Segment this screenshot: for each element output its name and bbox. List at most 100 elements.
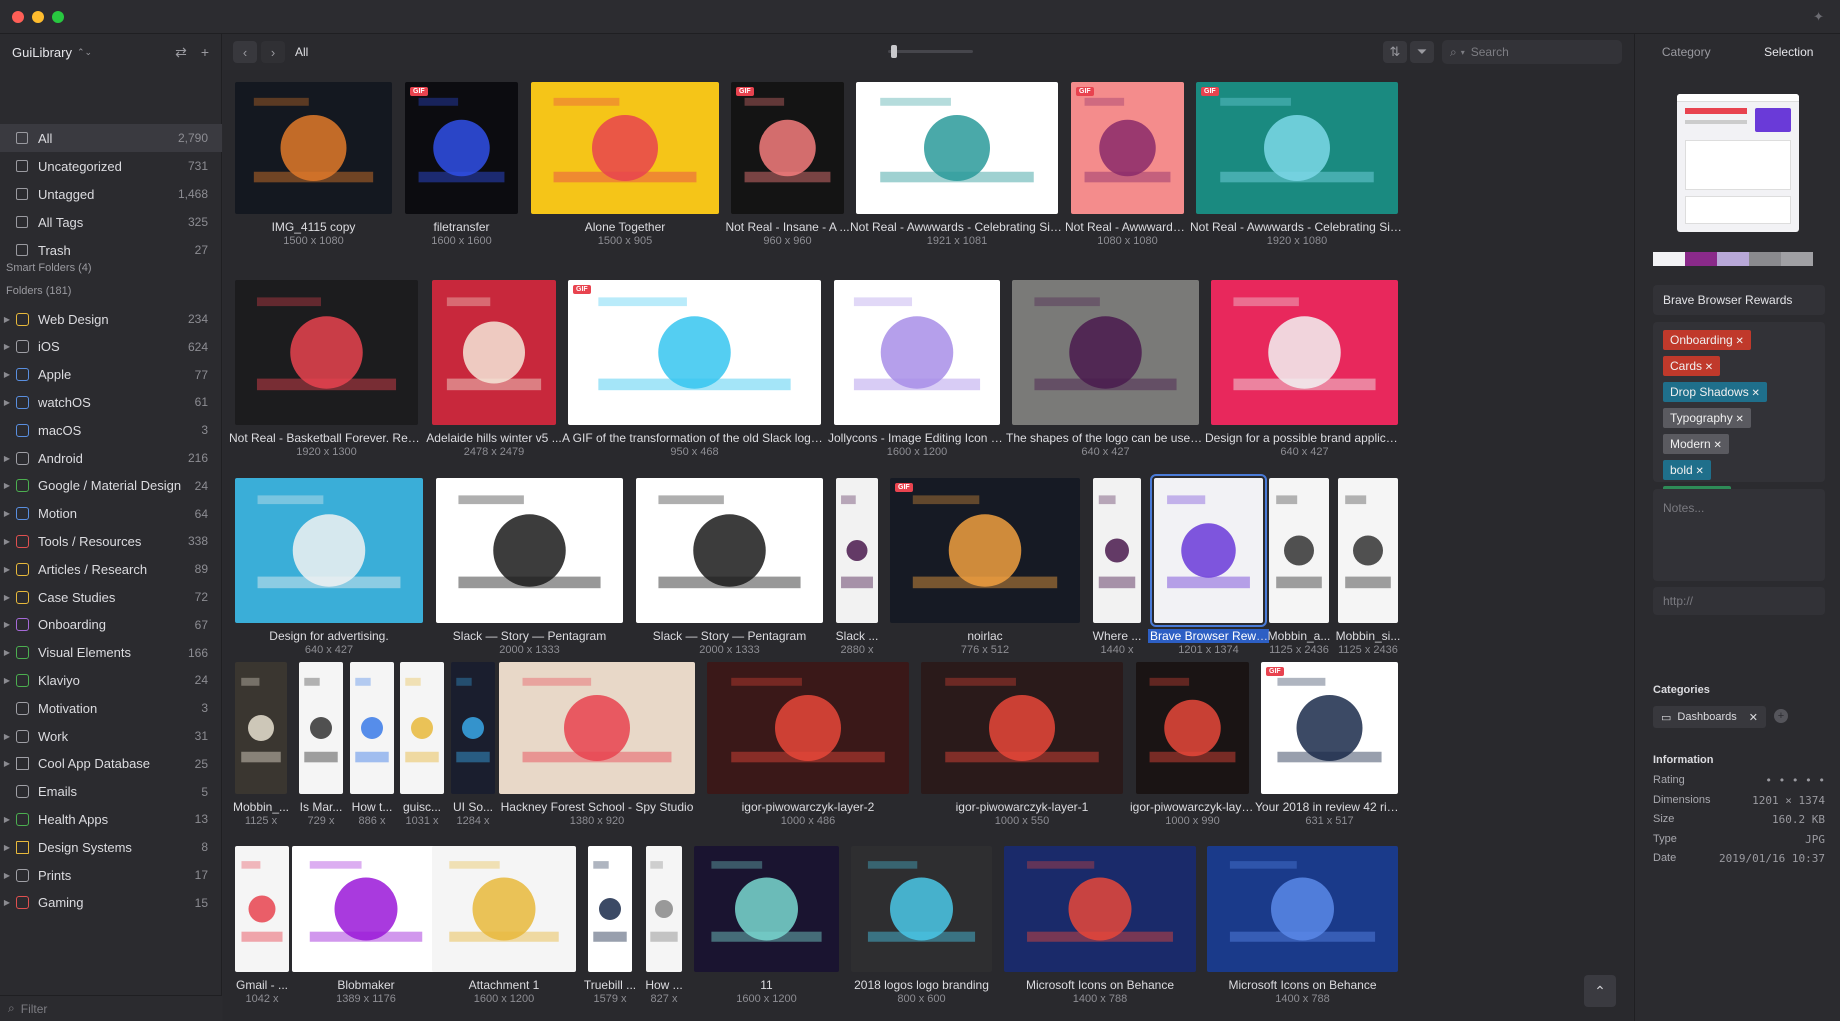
minimize-window-button[interactable] bbox=[32, 11, 44, 23]
sidebar-item-untagged[interactable]: Untagged 1,468 bbox=[0, 180, 222, 208]
image-card[interactable]: igor-piwowarczyk-laye... 1000 x 990 bbox=[1130, 662, 1255, 834]
sidebar-item-work[interactable]: ▶ Work 31 bbox=[0, 722, 222, 750]
image-card[interactable]: 11 1600 x 1200 bbox=[694, 846, 839, 1012]
title-field[interactable]: Brave Browser Rewards bbox=[1653, 285, 1825, 315]
image-card[interactable]: Not Real - Basketball Forever. Rebrand 19… bbox=[229, 280, 424, 465]
image-thumbnail[interactable] bbox=[1136, 662, 1249, 794]
image-thumbnail[interactable]: GIF bbox=[1071, 82, 1184, 214]
image-thumbnail[interactable]: GIF bbox=[1196, 82, 1398, 214]
sidebar-item-uncategorized[interactable]: Uncategorized 731 bbox=[0, 152, 222, 180]
remove-tag-icon[interactable]: ✕ bbox=[1749, 388, 1759, 399]
image-thumbnail[interactable] bbox=[851, 846, 992, 972]
image-card[interactable]: Adelaide hills winter v5 ... 2478 x 2479 bbox=[426, 280, 562, 465]
disclosure-triangle-icon[interactable]: ▶ bbox=[2, 315, 12, 324]
image-card[interactable]: GIF Not Real - Awwwards - Celebrating Sim… bbox=[1190, 82, 1404, 254]
sidebar-item-android[interactable]: ▶ Android 216 bbox=[0, 444, 222, 472]
image-thumbnail[interactable] bbox=[235, 82, 392, 214]
disclosure-triangle-icon[interactable]: ▶ bbox=[2, 815, 12, 824]
sidebar-item-cool-app-database[interactable]: ▶ Cool App Database 25 bbox=[0, 750, 222, 778]
disclosure-triangle-icon[interactable]: ▶ bbox=[2, 565, 12, 574]
image-thumbnail[interactable] bbox=[1211, 280, 1398, 425]
sidebar-item-visual-elements[interactable]: ▶ Visual Elements 166 bbox=[0, 639, 222, 667]
image-thumbnail[interactable] bbox=[1093, 478, 1141, 623]
image-card[interactable]: igor-piwowarczyk-layer-1 1000 x 550 bbox=[921, 662, 1123, 834]
sidebar-item-design-systems[interactable]: ▶ Design Systems 8 bbox=[0, 833, 222, 861]
image-thumbnail[interactable]: GIF bbox=[890, 478, 1080, 623]
tag-chip[interactable]: Typography ✕ bbox=[1663, 408, 1751, 428]
palette-swatch[interactable] bbox=[1685, 252, 1717, 266]
disclosure-triangle-icon[interactable]: ▶ bbox=[2, 732, 12, 741]
remove-tag-icon[interactable]: ✕ bbox=[1693, 466, 1703, 477]
image-thumbnail[interactable] bbox=[432, 846, 576, 972]
image-card[interactable]: Design for a possible brand application.… bbox=[1205, 280, 1404, 465]
image-thumbnail[interactable] bbox=[694, 846, 839, 972]
image-thumbnail[interactable]: GIF bbox=[731, 82, 844, 214]
disclosure-triangle-icon[interactable]: ▶ bbox=[2, 370, 12, 379]
image-card[interactable]: Microsoft Icons on Behance 1400 x 788 bbox=[1004, 846, 1196, 1012]
thumbnail-size-slider[interactable] bbox=[888, 45, 973, 58]
sidebar-item-emails[interactable]: Emails 5 bbox=[0, 778, 222, 806]
library-selector[interactable]: GuiLibrary ⌃⌄ ⇄ + bbox=[0, 34, 221, 70]
add-icon[interactable]: + bbox=[201, 44, 209, 60]
image-card[interactable]: Design for advertising. 640 x 427 bbox=[235, 478, 423, 663]
image-thumbnail[interactable] bbox=[1150, 474, 1267, 627]
tags-field[interactable]: Onboarding ✕ Cards ✕ Drop Shadows ✕ Typogra… bbox=[1653, 322, 1825, 532]
disclosure-triangle-icon[interactable]: ▶ bbox=[2, 648, 12, 657]
image-thumbnail[interactable] bbox=[1207, 846, 1398, 972]
image-card[interactable]: The shapes of the logo can be used in ..… bbox=[1006, 280, 1205, 465]
image-thumbnail[interactable] bbox=[350, 662, 394, 794]
back-button[interactable]: ‹ bbox=[233, 41, 257, 63]
sidebar-item-tools-resources[interactable]: ▶ Tools / Resources 338 bbox=[0, 527, 222, 555]
image-thumbnail[interactable] bbox=[836, 478, 878, 623]
image-card[interactable]: Is Mar... 729 x bbox=[299, 662, 343, 834]
image-card[interactable]: Mobbin_a... 1125 x 2436 bbox=[1268, 478, 1330, 663]
palette-swatch[interactable] bbox=[1717, 252, 1749, 266]
disclosure-triangle-icon[interactable]: ▶ bbox=[2, 593, 12, 602]
image-thumbnail[interactable] bbox=[451, 662, 495, 794]
image-card[interactable]: Alone Together 1500 x 905 bbox=[531, 82, 719, 254]
image-thumbnail[interactable] bbox=[856, 82, 1058, 214]
search-input[interactable]: ⌕ ▾ Search bbox=[1442, 40, 1622, 64]
category-chip[interactable]: ▭ Dashboards ✕ bbox=[1653, 706, 1766, 728]
sidebar-item-motion[interactable]: ▶ Motion 64 bbox=[0, 500, 222, 528]
image-card[interactable]: Mobbin_si... 1125 x 2436 bbox=[1336, 478, 1400, 663]
image-card[interactable]: Truebill ... 1579 x bbox=[584, 846, 636, 1012]
image-card[interactable]: Slack — Story — Pentagram 2000 x 1333 bbox=[436, 478, 623, 663]
sidebar-item-case-studies[interactable]: ▶ Case Studies 72 bbox=[0, 583, 222, 611]
image-card[interactable]: Slack — Story — Pentagram 2000 x 1333 bbox=[636, 478, 823, 663]
image-card[interactable]: GIF filetransfer 1600 x 1600 bbox=[405, 82, 518, 254]
image-card[interactable]: How t... 886 x bbox=[350, 662, 394, 834]
sidebar-item-all-tags[interactable]: All Tags 325 bbox=[0, 208, 222, 236]
image-thumbnail[interactable]: GIF bbox=[568, 280, 821, 425]
image-card[interactable]: Brave Browser Rewards 1201 x 1374 bbox=[1148, 474, 1269, 663]
tag-chip[interactable]: Cards ✕ bbox=[1663, 356, 1721, 376]
disclosure-triangle-icon[interactable]: ▶ bbox=[2, 871, 12, 880]
image-card[interactable]: GIF Not Real - Awwwards -... 1080 x 1080 bbox=[1065, 82, 1190, 254]
sidebar-item-motivation[interactable]: Motivation 3 bbox=[0, 694, 222, 722]
disclosure-triangle-icon[interactable]: ▶ bbox=[2, 676, 12, 685]
disclosure-triangle-icon[interactable]: ▶ bbox=[2, 620, 12, 629]
image-thumbnail[interactable] bbox=[235, 662, 287, 794]
image-card[interactable]: Jollycons - Image Editing Icon Set... 160… bbox=[828, 280, 1006, 465]
sort-button[interactable]: ⇅ bbox=[1383, 41, 1407, 63]
disclosure-triangle-icon[interactable]: ▶ bbox=[2, 342, 12, 351]
remove-category-icon[interactable]: ✕ bbox=[1749, 711, 1758, 724]
tag-chip[interactable]: Onboarding ✕ bbox=[1663, 330, 1751, 350]
disclosure-triangle-icon[interactable]: ▶ bbox=[2, 454, 12, 463]
image-card[interactable]: Microsoft Icons on Behance 1400 x 788 bbox=[1207, 846, 1398, 1012]
image-thumbnail[interactable] bbox=[1012, 280, 1199, 425]
image-thumbnail[interactable] bbox=[432, 280, 556, 425]
palette-swatch[interactable] bbox=[1749, 252, 1781, 266]
notes-field[interactable]: Notes... bbox=[1653, 489, 1825, 581]
image-card[interactable]: Hackney Forest School - Spy Studio 1380 x… bbox=[499, 662, 695, 834]
image-thumbnail[interactable] bbox=[1338, 478, 1398, 623]
smart-folders-heading[interactable]: Smart Folders (4) bbox=[6, 262, 92, 274]
image-thumbnail[interactable]: GIF bbox=[1261, 662, 1398, 794]
zoom-window-button[interactable] bbox=[52, 11, 64, 23]
sidebar-item-health-apps[interactable]: ▶ Health Apps 13 bbox=[0, 805, 222, 833]
image-thumbnail[interactable] bbox=[588, 846, 632, 972]
disclosure-triangle-icon[interactable]: ▶ bbox=[2, 537, 12, 546]
image-thumbnail[interactable] bbox=[531, 82, 719, 214]
sidebar-item-ios[interactable]: ▶ iOS 624 bbox=[0, 333, 222, 361]
tag-chip[interactable]: bold ✕ bbox=[1663, 460, 1711, 480]
